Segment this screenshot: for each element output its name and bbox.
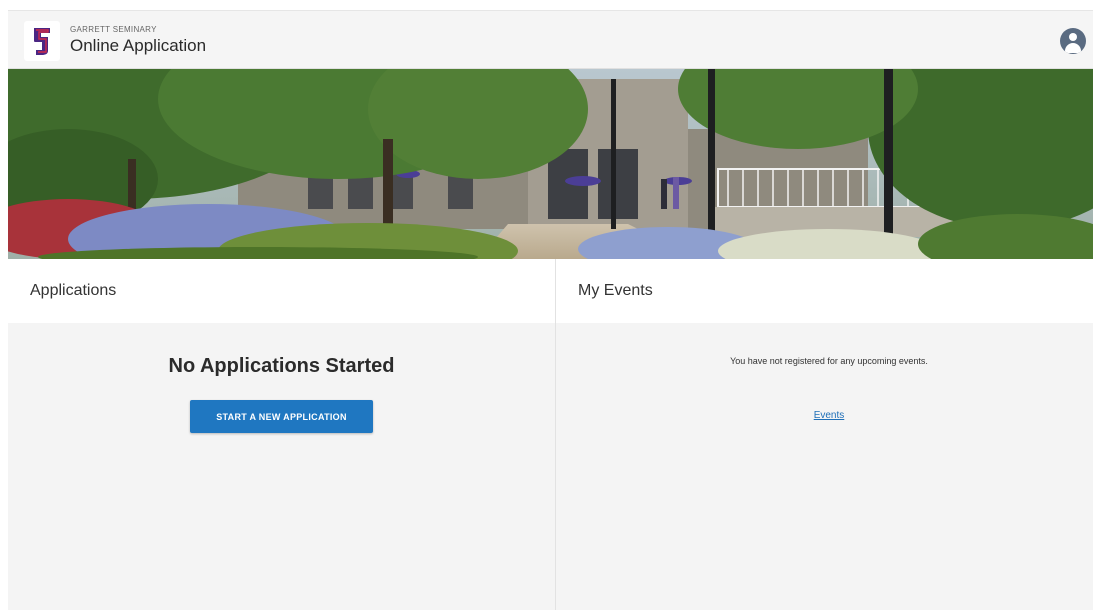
avatar-head: [1069, 33, 1077, 41]
app-header: GARRETT SEMINARY Online Application: [8, 10, 1093, 69]
brand-name: GARRETT SEMINARY: [70, 25, 157, 34]
avatar-body: [1065, 43, 1081, 53]
applications-panel-header: Applications: [8, 259, 555, 323]
campus-photo-illustration: [8, 69, 1093, 259]
applications-title: Applications: [30, 282, 117, 299]
no-applications-heading: No Applications Started: [168, 355, 395, 377]
events-panel-header: My Events: [556, 259, 1093, 323]
page-title: Online Application: [70, 36, 207, 55]
campus-hero-image: [8, 69, 1093, 259]
applications-panel-body: No Applications Started START A NEW APPL…: [8, 323, 555, 610]
garrett-seminary-logo-icon[interactable]: [24, 21, 60, 61]
my-events-title: My Events: [578, 282, 653, 299]
no-events-message: You have not registered for any upcoming…: [730, 356, 928, 366]
events-link[interactable]: Events: [556, 410, 1093, 421]
user-account-icon[interactable]: [1060, 28, 1086, 54]
top-strip: [0, 0, 1093, 10]
start-new-application-button[interactable]: START A NEW APPLICATION: [190, 400, 373, 433]
events-panel-body: You have not registered for any upcoming…: [556, 323, 1093, 610]
logo-mark: [34, 28, 50, 55]
